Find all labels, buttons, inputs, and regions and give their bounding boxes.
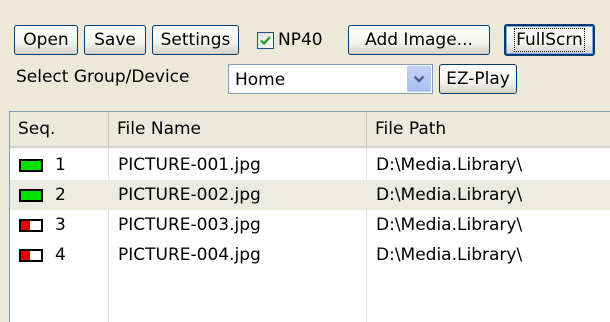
file-name-cell: PICTURE-001.jpg [118,155,261,175]
column-header-file-path[interactable]: File Path [367,112,610,146]
file-path-cell: D:\Media.Library\ [376,245,523,265]
status-led-icon [19,189,43,202]
file-path-cell: D:\Media.Library\ [376,215,523,235]
seq-cell: 4 [55,245,66,265]
file-name-cell: PICTURE-003.jpg [118,215,261,235]
file-name-cell: PICTURE-004.jpg [118,245,261,265]
status-led-icon [19,249,43,262]
table-row[interactable]: 2 PICTURE-002.jpg D:\Media.Library\ [10,180,610,210]
media-player-panel: Open Save Settings NP40 Add Image... Ful… [0,0,610,322]
checkbox-icon[interactable] [257,31,274,49]
chevron-down-icon [413,75,425,83]
settings-button[interactable]: Settings [152,25,239,55]
group-device-select[interactable]: Home [228,64,433,94]
file-path-cell: D:\Media.Library\ [376,155,523,175]
add-image-button[interactable]: Add Image... [348,25,490,55]
file-list[interactable]: Seq. File Name File Path 1 PICTURE-001.j… [9,111,610,322]
np40-checkbox[interactable]: NP40 [257,27,323,53]
select-group-label: Select Group/Device [16,67,190,87]
file-name-cell: PICTURE-002.jpg [118,185,261,205]
fullscreen-button[interactable]: FullScrn [504,24,595,56]
file-path-cell: D:\Media.Library\ [376,185,523,205]
status-led-icon [19,159,43,172]
column-header-file-name[interactable]: File Name [109,112,367,146]
ez-play-button[interactable]: EZ-Play [439,64,517,94]
seq-cell: 1 [55,155,66,175]
save-button[interactable]: Save [84,25,146,55]
column-header-seq[interactable]: Seq. [10,112,109,146]
np40-label: NP40 [278,30,323,50]
seq-cell: 3 [55,215,66,235]
table-row[interactable]: 3 PICTURE-003.jpg D:\Media.Library\ [10,210,610,240]
list-header: Seq. File Name File Path [10,112,610,148]
dropdown-arrow-button[interactable] [407,66,431,92]
open-button[interactable]: Open [14,25,78,55]
selected-group-value: Home [235,70,286,90]
table-row[interactable]: 4 PICTURE-004.jpg D:\Media.Library\ [10,240,610,270]
status-led-icon [19,219,43,232]
seq-cell: 2 [55,185,66,205]
table-row[interactable]: 1 PICTURE-001.jpg D:\Media.Library\ [10,150,610,180]
